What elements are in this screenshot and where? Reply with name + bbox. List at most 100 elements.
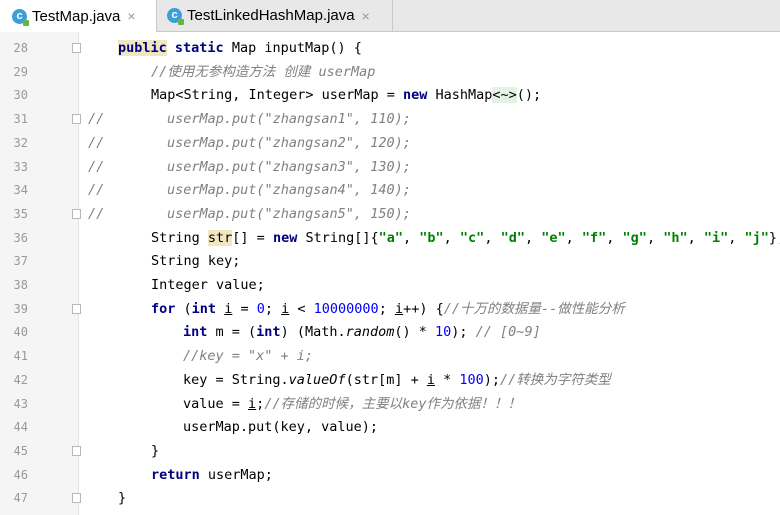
code-line: 37 String key;: [0, 250, 780, 274]
string-literal: "f": [581, 229, 607, 246]
keyword: new: [272, 229, 298, 246]
code-line: 44 userMap.put(key, value);: [0, 416, 780, 440]
code-text: };: [768, 229, 780, 246]
code-text: () *: [394, 324, 436, 341]
tab-testmap[interactable]: c TestMap.java ×: [0, 0, 157, 32]
line-number: 32: [13, 135, 28, 150]
code-text: );: [483, 371, 501, 388]
code-line: 29 //使用无参构造方法 创建 userMap: [0, 61, 780, 85]
comment-prefix: //: [88, 182, 105, 199]
fold-toggle-icon[interactable]: [72, 208, 81, 219]
number: 0: [256, 300, 265, 317]
code-text: String key;: [151, 253, 241, 270]
code-text: <: [289, 300, 314, 317]
line-number: 30: [13, 88, 28, 103]
fold-toggle-icon[interactable]: [72, 493, 81, 504]
variable: i: [394, 300, 404, 317]
line-number: 37: [13, 254, 28, 269]
code-text: (: [175, 300, 192, 317]
code-text: ) (Math.: [280, 324, 346, 341]
fold-toggle-icon[interactable]: [72, 445, 81, 456]
code-line: 47 }: [0, 487, 780, 511]
string-literal: "c": [459, 229, 485, 246]
number: 100: [459, 371, 484, 388]
code-editor[interactable]: 28 public static Map inputMap() { 29 //使…: [0, 32, 780, 515]
separator: ,: [728, 229, 745, 246]
close-tab-icon[interactable]: ×: [127, 8, 135, 24]
keyword: static: [174, 40, 224, 56]
separator: ,: [524, 229, 542, 246]
code-line: 32 // userMap.put("zhangsan2", 120);: [0, 132, 780, 156]
separator: ,: [443, 229, 460, 246]
variable: i: [426, 371, 435, 388]
diamond-fold[interactable]: <~>: [492, 87, 517, 104]
line-number: 42: [13, 372, 28, 387]
line-number: 40: [13, 325, 28, 340]
string-literal: "g": [622, 229, 647, 246]
code-line: 30 Map<String, Integer> userMap = new Ha…: [0, 84, 780, 108]
string-literal: "b": [419, 229, 444, 246]
line-number: 45: [13, 443, 28, 458]
separator: ,: [484, 229, 501, 246]
variable: i: [248, 395, 257, 412]
keyword: new: [402, 87, 428, 104]
separator: ,: [646, 229, 664, 246]
code-line: 35 // userMap.put("zhangsan5", 150);: [0, 203, 780, 227]
code-text: ;: [378, 300, 395, 317]
string-literal: "d": [500, 229, 525, 246]
comment-prefix: //: [88, 158, 105, 175]
code-text: HashMap: [427, 87, 493, 104]
line-number: 38: [13, 278, 28, 292]
separator: ,: [606, 229, 623, 246]
fold-toggle-icon[interactable]: [72, 114, 81, 125]
code-line: 31 // userMap.put("zhangsan1", 110);: [0, 108, 780, 132]
fold-toggle-icon[interactable]: [72, 303, 81, 314]
java-class-icon: c: [167, 8, 184, 25]
code-text: Map inputMap() {: [223, 40, 362, 56]
code-text: String[]{: [297, 229, 379, 246]
comment: //十万的数据量--做性能分析: [443, 300, 625, 317]
line-number: 47: [13, 491, 28, 506]
code-text: key = String.: [183, 371, 289, 388]
code-text: ++) {: [403, 300, 444, 317]
fold-toggle-icon[interactable]: [72, 43, 81, 53]
variable: str: [207, 229, 233, 246]
code-text: [] =: [232, 229, 273, 246]
code-line: 34 // userMap.put("zhangsan4", 140);: [0, 179, 780, 203]
code-line: 46 return userMap;: [0, 464, 780, 488]
code-text: *: [435, 371, 460, 388]
editor-tab-bar: c TestMap.java × c TestLinkedHashMap.jav…: [0, 0, 780, 32]
keyword: int: [183, 324, 208, 341]
code-text: }: [118, 490, 127, 507]
line-number: 34: [13, 183, 28, 198]
line-number: 43: [13, 396, 28, 411]
code-line: 38 Integer value;: [0, 274, 780, 298]
code-text: userMap.put(key, value);: [183, 419, 379, 436]
string-literal: "i": [703, 229, 729, 246]
code-text: (str[m] +: [345, 371, 427, 388]
code-text: m = (: [207, 324, 257, 341]
keyword: for: [151, 300, 176, 317]
string-literal: "j": [744, 229, 769, 246]
line-number: 29: [13, 64, 28, 79]
number: 10: [435, 324, 452, 341]
line-number: 33: [13, 159, 28, 174]
comment: // [0~9]: [475, 324, 541, 341]
comment: userMap.put("zhangsan3", 130);: [167, 158, 411, 175]
line-number: 28: [13, 41, 28, 55]
tab-testlinkedhashmap[interactable]: c TestLinkedHashMap.java ×: [157, 0, 393, 31]
keyword: int: [256, 324, 281, 341]
close-tab-icon[interactable]: ×: [362, 8, 370, 24]
code-text: Map<String, Integer> userMap =: [151, 87, 403, 104]
separator: ,: [403, 229, 420, 246]
code-line: 41 //key = "x" + i;: [0, 345, 780, 369]
separator: ,: [687, 229, 704, 246]
separator: ,: [565, 229, 582, 246]
code-text: value =: [183, 395, 249, 412]
comment-prefix: //: [88, 111, 105, 128]
java-class-icon: c: [12, 8, 29, 26]
comment: userMap.put("zhangsan2", 120);: [167, 134, 411, 151]
code-text: }: [151, 442, 160, 459]
line-number: 46: [13, 467, 28, 482]
comment-prefix: //: [88, 205, 105, 222]
